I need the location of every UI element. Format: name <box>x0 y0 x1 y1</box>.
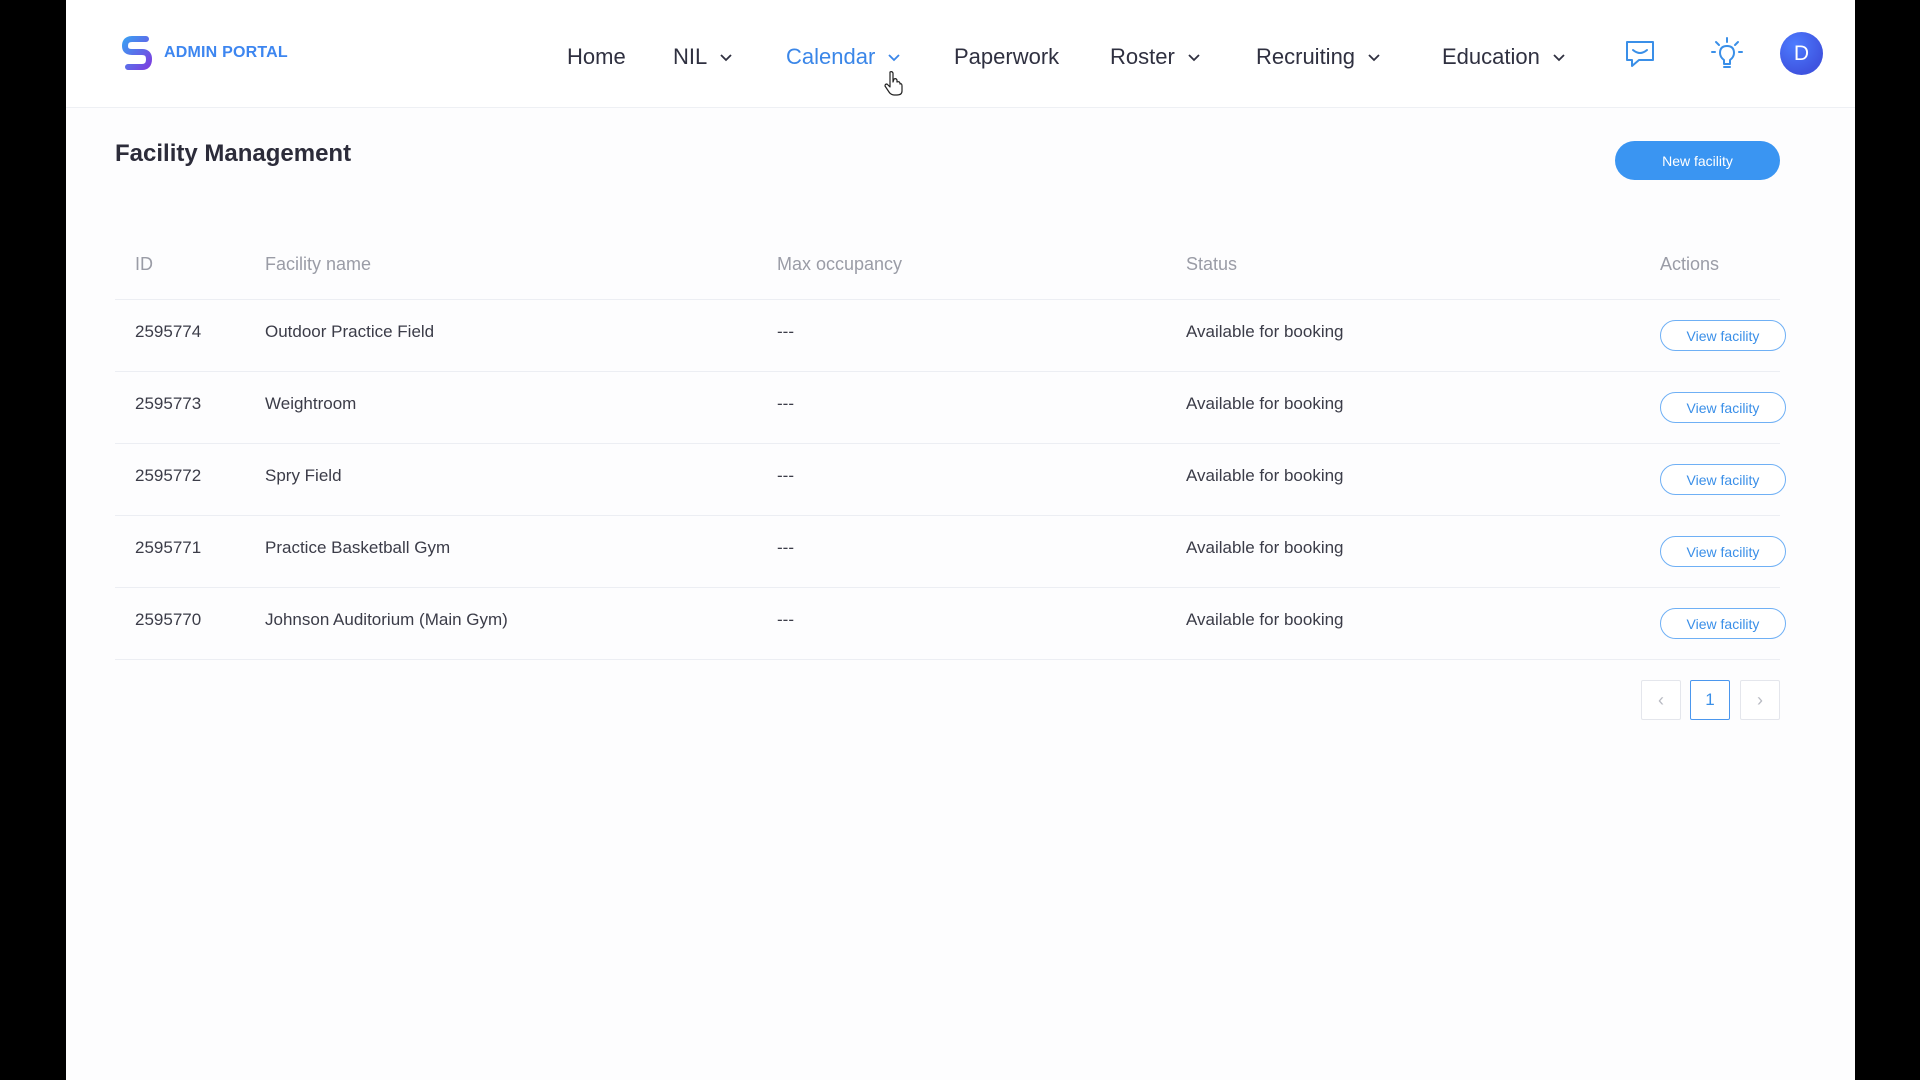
nav-item-education[interactable]: Education <box>1442 44 1566 70</box>
cell-facility-name: Outdoor Practice Field <box>265 322 435 341</box>
chevron-down-icon <box>888 54 900 62</box>
table-row: 2595771 Practice Basketball Gym --- Avai… <box>115 516 1786 588</box>
chevron-down-icon <box>1553 54 1565 62</box>
page-title: Facility Management <box>115 140 352 167</box>
cell-max-occupancy: --- <box>777 610 794 629</box>
cell-id: 2595770 <box>135 610 202 629</box>
top-navigation-bar: ADMIN PORTAL Home NIL Calendar Paperwork… <box>66 0 1855 108</box>
nav-item-paperwork[interactable]: Paperwork <box>954 44 1059 70</box>
column-header-max-occupancy: Max occupancy <box>777 254 903 274</box>
chevron-left-icon: ‹ <box>1658 689 1664 710</box>
previous-page-button[interactable]: ‹ <box>1641 680 1681 720</box>
nav-item-label: Home <box>567 44 626 69</box>
cell-max-occupancy: --- <box>777 538 794 557</box>
nav-item-recruiting[interactable]: Recruiting <box>1256 44 1381 70</box>
nav-item-label: Calendar <box>786 44 876 69</box>
nav-item-label: NIL <box>673 44 708 69</box>
view-facility-button[interactable]: View facility <box>1660 392 1786 423</box>
view-facility-button[interactable]: View facility <box>1660 464 1786 495</box>
cell-id: 2595773 <box>135 394 202 413</box>
cell-max-occupancy: --- <box>777 466 794 485</box>
table-header: ID Facility name Max occupancy Status Ac… <box>115 230 1780 300</box>
app-window: ADMIN PORTAL Home NIL Calendar Paperwork… <box>66 0 1855 1080</box>
table-row: 2595774 Outdoor Practice Field --- Avail… <box>115 300 1786 372</box>
cell-id: 2595771 <box>135 538 202 557</box>
page-1-button[interactable]: 1 <box>1690 680 1730 720</box>
nav-item-label: Education <box>1442 44 1540 69</box>
chevron-down-icon <box>720 54 732 62</box>
new-facility-button[interactable]: New facility <box>1615 141 1780 180</box>
chevron-down-icon <box>1368 54 1380 62</box>
cell-status: Available for booking <box>1186 610 1344 629</box>
cell-facility-name: Johnson Auditorium (Main Gym) <box>265 610 508 629</box>
column-header-status: Status <box>1186 254 1238 274</box>
chevron-down-icon <box>1188 54 1200 62</box>
cell-status: Available for booking <box>1186 466 1344 485</box>
page-number: 1 <box>1705 690 1715 709</box>
nav-item-label: Paperwork <box>954 44 1060 69</box>
avatar[interactable]: D <box>1780 32 1823 75</box>
table-row: 2595770 Johnson Auditorium (Main Gym) --… <box>115 588 1786 660</box>
chevron-right-icon: › <box>1757 689 1763 710</box>
cell-status: Available for booking <box>1186 322 1344 341</box>
facility-table: ID Facility name Max occupancy Status Ac… <box>115 230 1786 660</box>
nav-item-label: Roster <box>1110 44 1175 69</box>
avatar-initial: D <box>1793 41 1810 65</box>
view-facility-button[interactable]: View facility <box>1660 608 1786 639</box>
hand-pointer-cursor-icon <box>884 71 903 96</box>
main-nav: Home NIL Calendar Paperwork Roster Recru… <box>66 0 1855 108</box>
next-page-button[interactable]: › <box>1740 680 1780 720</box>
lightbulb-icon[interactable] <box>1709 36 1745 72</box>
nav-item-roster[interactable]: Roster <box>1110 44 1201 70</box>
column-header-actions: Actions <box>1660 254 1720 274</box>
cell-max-occupancy: --- <box>777 322 794 341</box>
view-facility-button[interactable]: View facility <box>1660 536 1786 567</box>
cell-status: Available for booking <box>1186 394 1344 413</box>
nav-item-nil[interactable]: NIL <box>673 44 733 70</box>
table-row: 2595772 Spry Field --- Available for boo… <box>115 444 1786 516</box>
column-header-id: ID <box>135 254 153 274</box>
cell-facility-name: Spry Field <box>265 466 342 485</box>
nav-item-label: Recruiting <box>1256 44 1356 69</box>
cell-max-occupancy: --- <box>777 394 794 413</box>
column-header-facility-name: Facility name <box>265 254 372 274</box>
view-facility-button[interactable]: View facility <box>1660 320 1786 351</box>
cell-status: Available for booking <box>1186 538 1344 557</box>
nav-item-home[interactable]: Home <box>567 44 626 70</box>
chat-icon[interactable] <box>1622 36 1658 72</box>
table-row: 2595773 Weightroom --- Available for boo… <box>115 372 1786 444</box>
nav-item-calendar[interactable]: Calendar <box>786 44 901 70</box>
cell-id: 2595772 <box>135 466 202 485</box>
cell-facility-name: Weightroom <box>265 394 357 413</box>
cell-facility-name: Practice Basketball Gym <box>265 538 451 557</box>
cell-id: 2595774 <box>135 322 202 341</box>
